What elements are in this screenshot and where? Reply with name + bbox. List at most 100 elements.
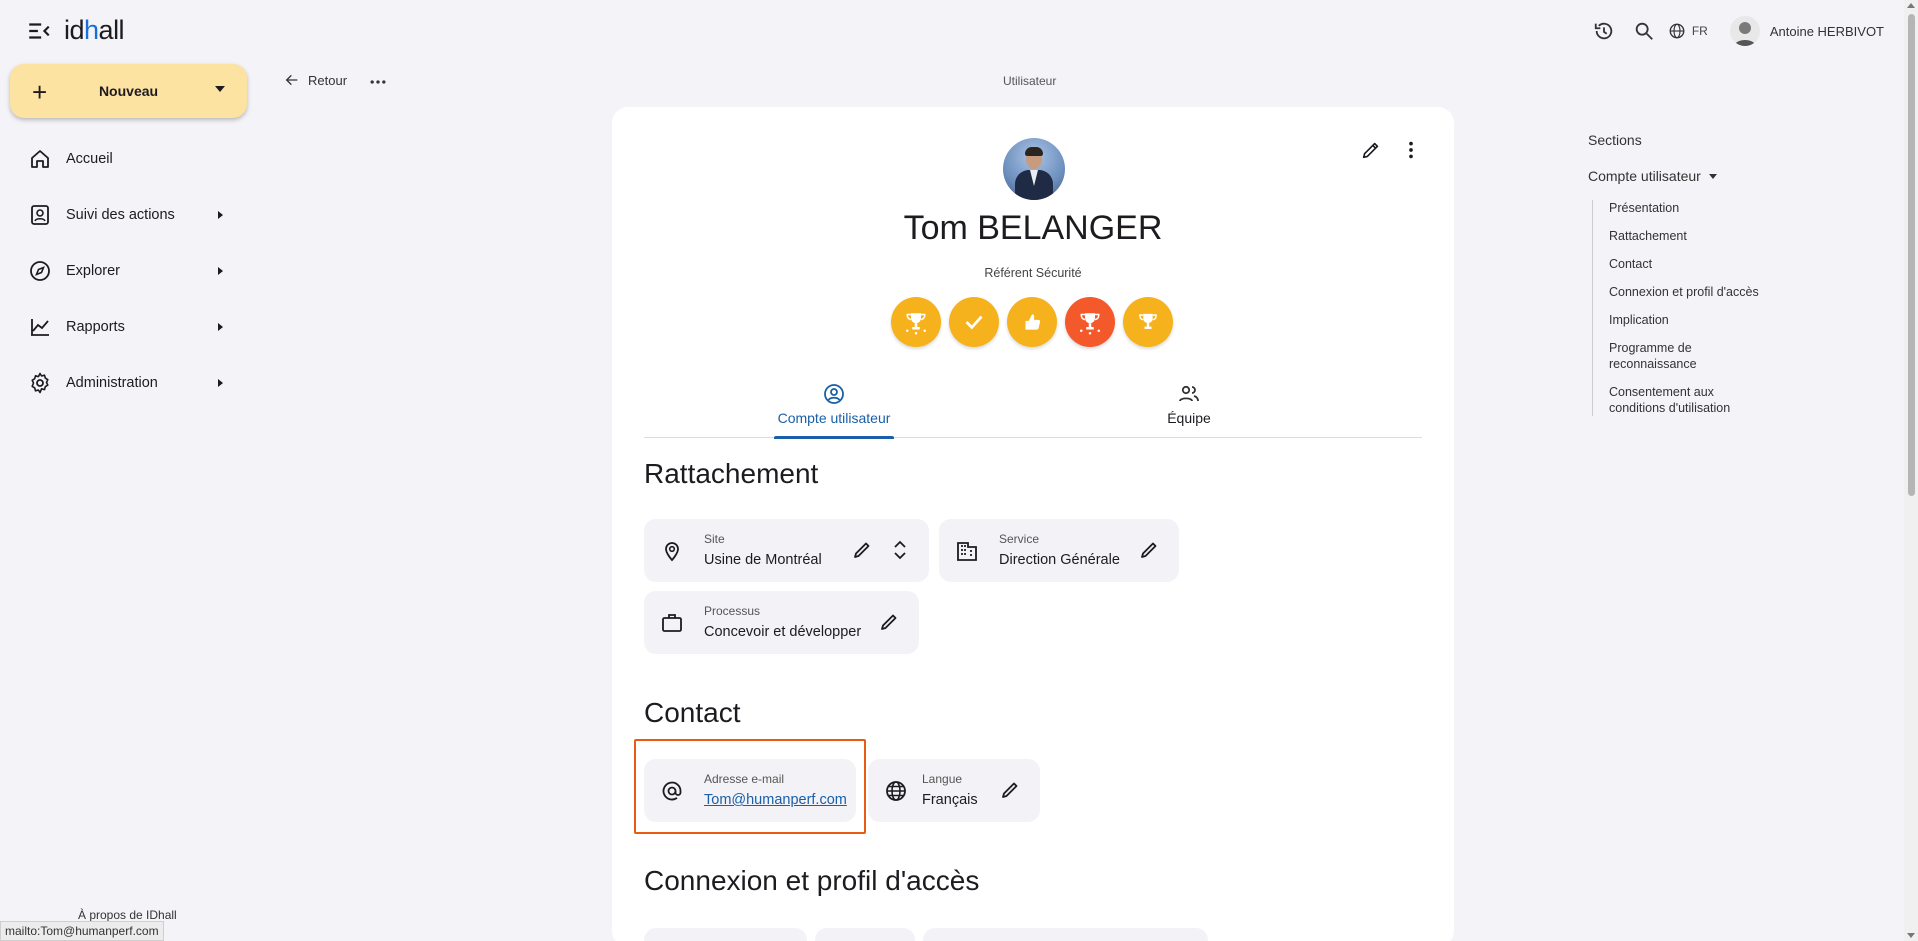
connexion-field (815, 928, 915, 941)
new-button[interactable]: + Nouveau (10, 64, 247, 118)
avatar (1729, 16, 1760, 46)
location-pin-icon (665, 542, 679, 562)
expand-arrow-icon (218, 379, 223, 387)
tab-equipe[interactable]: Équipe (1129, 370, 1249, 438)
trophy-stars-icon (1080, 313, 1100, 335)
search-icon (1635, 22, 1653, 40)
edit-profile-button[interactable] (1360, 139, 1382, 161)
section-link-connexion[interactable]: Connexion et profil d'accès (1609, 284, 1768, 300)
section-link-implication[interactable]: Implication (1609, 312, 1768, 328)
badge[interactable] (1065, 297, 1115, 347)
compass-icon (30, 261, 50, 281)
sections-title: Sections (1588, 132, 1642, 148)
pencil-icon[interactable] (877, 610, 901, 634)
profile-photo (1003, 138, 1065, 200)
thumbs-up-icon (1025, 314, 1041, 330)
at-sign-icon (662, 781, 682, 801)
pencil-icon[interactable] (1137, 538, 1161, 562)
badge[interactable] (949, 297, 999, 347)
field-label: Site (704, 532, 725, 546)
tab-label: Équipe (1167, 410, 1211, 426)
about-link[interactable]: À propos de IDhall (78, 908, 177, 922)
section-title-contact: Contact (644, 697, 741, 728)
sections-selected: Compte utilisateur (1588, 168, 1701, 184)
chart-icon (31, 319, 49, 336)
unfold-icon[interactable] (888, 538, 912, 562)
more-options-button[interactable] (368, 72, 388, 92)
user-name: Antoine HERBIVOT (1769, 23, 1884, 39)
expand-arrow-icon (218, 211, 223, 219)
sections-selector[interactable]: Compte utilisateur (1588, 168, 1768, 184)
globe-icon (1669, 23, 1685, 39)
logo[interactable]: idhall (64, 15, 125, 46)
caret-down-icon (215, 86, 225, 92)
pencil-icon[interactable] (998, 778, 1022, 802)
field-value: Direction Générale (999, 552, 1120, 568)
scroll-down-icon[interactable] (1907, 933, 1915, 938)
sidebar-item-administration[interactable]: Administration (10, 355, 247, 411)
scrollbar-thumb[interactable] (1908, 14, 1915, 496)
section-title-rattachement: Rattachement (644, 458, 819, 489)
building-icon (957, 542, 977, 561)
expand-arrow-icon (218, 267, 223, 275)
tab-compte-utilisateur[interactable]: Compte utilisateur (774, 370, 894, 439)
globe-icon (886, 781, 906, 801)
card-more-button[interactable] (1400, 139, 1422, 161)
arrow-left-icon (285, 74, 298, 86)
profile-card: Tom BELANGER Référent Sécurité Compte ut… (612, 107, 1454, 941)
header-actions: FR Antoine HERBIVOT (1584, 0, 1884, 62)
badge[interactable] (1123, 297, 1173, 347)
user-full-name: Tom BELANGER (903, 209, 1163, 247)
field-label: Langue (922, 772, 963, 786)
section-link-programme[interactable]: Programme de reconnaissance (1609, 340, 1768, 372)
field-label: Service (999, 532, 1040, 546)
badge[interactable] (1007, 297, 1057, 347)
sidebar-item-rapports[interactable]: Rapports (10, 299, 247, 355)
language-selector[interactable]: FR (1664, 22, 1718, 40)
briefcase-icon (662, 614, 682, 632)
check-icon (965, 315, 983, 330)
back-label: Retour (308, 72, 348, 88)
search-button[interactable] (1624, 11, 1664, 51)
menu-open-icon (29, 23, 50, 39)
page-scrollbar[interactable] (1904, 0, 1918, 941)
account-circle-icon (824, 384, 844, 404)
field-value: Français (922, 792, 978, 808)
logo-part: id (64, 15, 85, 45)
sidebar-item-suivi[interactable]: Suivi des actions (10, 187, 247, 243)
pencil-icon[interactable] (850, 538, 874, 562)
email-field: Adresse e-mail Tom@humanperf.com (644, 759, 856, 822)
section-link-rattachement[interactable]: Rattachement (1609, 228, 1768, 244)
group-icon (1179, 385, 1199, 402)
badge[interactable] (891, 297, 941, 347)
expand-arrow-icon (218, 323, 223, 331)
badges-row (891, 297, 1173, 347)
field-value: Concevoir et développer (704, 624, 862, 640)
field-label: Adresse e-mail (704, 772, 785, 786)
menu-toggle-button[interactable] (26, 18, 52, 44)
pencil-icon (1362, 142, 1379, 159)
logo-part: h (84, 15, 99, 45)
page-title: Utilisateur (1003, 74, 1057, 88)
scroll-up-icon[interactable] (1907, 3, 1915, 8)
sections-list: Présentation Rattachement Contact Connex… (1592, 200, 1768, 416)
field-value: Usine de Montréal (704, 552, 822, 568)
connexion-field (644, 928, 807, 941)
gear-icon (31, 372, 49, 394)
more-horizontal-icon (370, 80, 386, 84)
user-menu[interactable]: Antoine HERBIVOT (1729, 16, 1884, 46)
section-link-presentation[interactable]: Présentation (1609, 200, 1768, 216)
section-link-consentement[interactable]: Consentement aux conditions d'utilisatio… (1609, 384, 1768, 416)
history-button[interactable] (1584, 11, 1624, 51)
back-button[interactable]: Retour (284, 72, 347, 88)
section-link-contact[interactable]: Contact (1609, 256, 1768, 272)
profile-tabs: Compte utilisateur Équipe (644, 370, 1422, 439)
email-link[interactable]: Tom@humanperf.com (704, 792, 847, 808)
sidebar-item-label: Explorer (66, 263, 120, 279)
more-vertical-icon (1409, 141, 1413, 159)
sidebar-item-accueil[interactable]: Accueil (10, 131, 247, 187)
sidebar-item-explorer[interactable]: Explorer (10, 243, 247, 299)
tab-label: Compte utilisateur (777, 410, 891, 426)
new-button-label: Nouveau (98, 83, 159, 99)
language-label: FR (1691, 24, 1708, 38)
